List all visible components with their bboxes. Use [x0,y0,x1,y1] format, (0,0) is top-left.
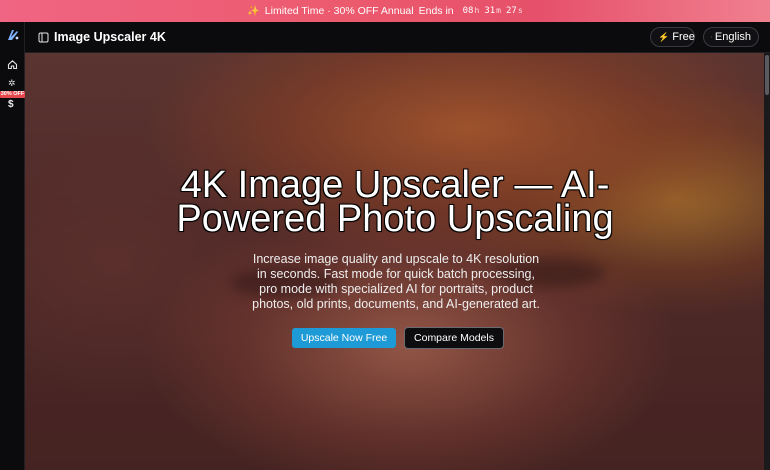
top-bar: Image Upscaler 4K ⚡ Free English [25,22,770,53]
scrollbar[interactable] [764,53,770,470]
sparkle-icon: ✨ [247,5,260,17]
timer-hours: 08 [462,6,474,16]
discount-badge: 30% OFF [0,91,25,98]
timer-minutes: 31 [484,6,496,16]
logo-icon[interactable] [7,29,19,41]
timer-seconds: 27 [505,6,517,16]
dollar-icon[interactable]: $ [8,99,14,110]
promo-banner[interactable]: ✨ Limited Time · 30% OFF Annual Ends in … [0,0,770,22]
upscale-now-button[interactable]: Upscale Now Free [292,328,396,348]
hero-headline: 4K Image Upscaler — AI-Powered Photo Ups… [176,164,614,240]
sidebar-panel-icon[interactable] [38,32,49,43]
hero-description: Increase image quality and upscale to 4K… [252,252,540,311]
language-selector[interactable]: English [703,27,759,47]
bolt-icon: ⚡ [658,31,670,42]
compare-models-button[interactable]: Compare Models [404,327,504,349]
page-title: Image Upscaler 4K [54,30,166,44]
globe-icon [711,36,712,38]
promo-ends-label: Ends in [418,5,454,17]
hero-section: 4K Image Upscaler — AI-Powered Photo Ups… [25,53,764,470]
home-icon[interactable] [7,59,18,70]
left-rail: ✲ 30% OFF $ [0,22,25,470]
promo-text: Limited Time · 30% OFF Annual [264,5,414,17]
free-plan-button[interactable]: ⚡ Free [650,27,695,47]
countdown-timer: 08h 31m 27s [462,6,523,16]
free-label: Free [672,31,695,43]
language-label: English [714,31,751,43]
sparkle-gear-icon[interactable]: ✲ [8,78,16,88]
scrollbar-thumb[interactable] [765,55,769,95]
